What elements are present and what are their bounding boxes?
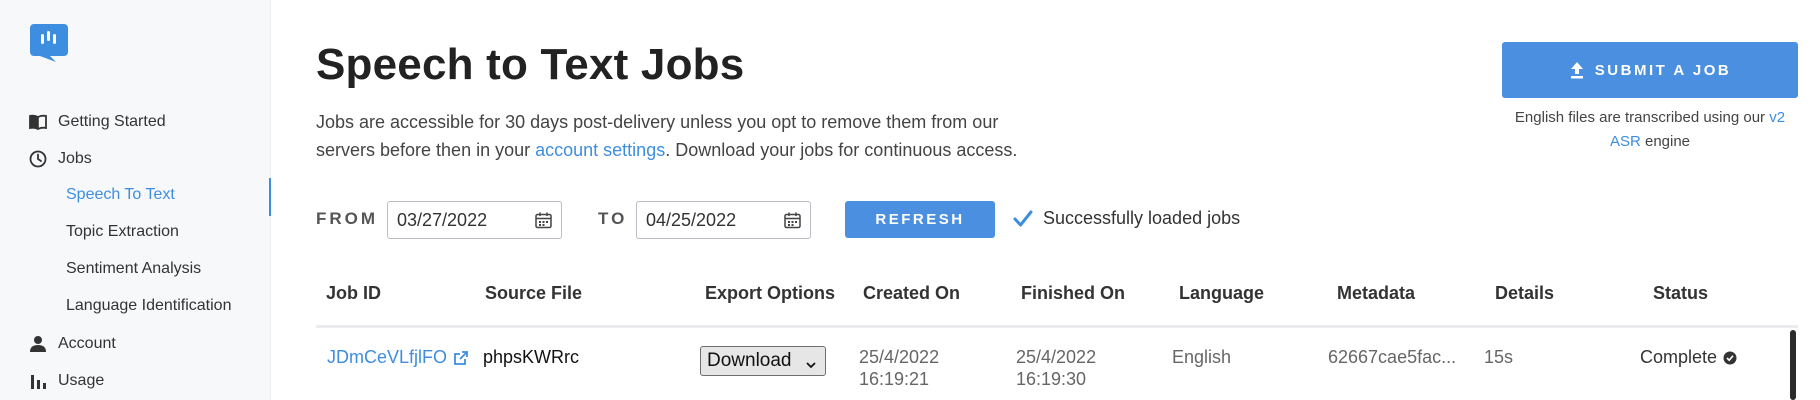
table-header-divider — [316, 325, 1798, 328]
check-circle-icon — [1723, 351, 1737, 365]
load-status: Successfully loaded jobs — [1013, 208, 1240, 229]
to-date-input[interactable]: 04/25/2022 — [636, 201, 811, 239]
sidebar: Getting Started Jobs Speech To Text Topi… — [0, 0, 271, 400]
calendar-icon[interactable] — [784, 212, 801, 234]
engine-note-text: English files are transcribed using our — [1514, 109, 1770, 126]
checkmark-icon — [1013, 210, 1033, 228]
book-icon — [28, 112, 48, 132]
from-label: FROM — [316, 209, 379, 228]
column-header-job-id[interactable]: Job ID — [326, 283, 381, 304]
job-id-value: JDmCeVLfjlFO — [327, 347, 448, 367]
column-header-source-file[interactable]: Source File — [485, 283, 582, 304]
page-title: Speech to Text Jobs — [316, 40, 745, 89]
export-options-select[interactable]: Download — [700, 346, 826, 376]
status-value: Complete — [1640, 347, 1718, 367]
finished-time-cell: 16:19:30 — [1016, 369, 1087, 389]
clock-icon — [28, 149, 48, 169]
upload-icon — [1569, 61, 1585, 79]
sidebar-subitem-language-identification[interactable]: Language Identification — [66, 297, 231, 315]
created-time-cell: 16:19:21 — [859, 369, 930, 389]
column-header-status[interactable]: Status — [1653, 283, 1708, 304]
sidebar-item-label: Account — [58, 335, 116, 352]
source-file-cell: phpsKWRrc — [483, 347, 580, 367]
column-header-language[interactable]: Language — [1179, 283, 1264, 304]
page-description: Jobs are accessible for 30 days post-del… — [316, 108, 1056, 164]
external-link-icon[interactable] — [453, 350, 469, 366]
engine-note-text-end: engine — [1640, 133, 1691, 150]
scrollbar[interactable] — [1790, 330, 1796, 400]
submit-job-label: SUBMIT A JOB — [1594, 61, 1732, 79]
active-indicator — [269, 178, 271, 216]
refresh-button[interactable]: REFRESH — [845, 201, 995, 238]
speech-bubble-waveform-icon[interactable] — [28, 22, 70, 64]
export-option-value: Download — [707, 350, 792, 371]
sidebar-subitem-topic-extraction[interactable]: Topic Extraction — [66, 223, 179, 241]
sidebar-item-usage[interactable]: Usage — [28, 371, 104, 391]
chevron-down-icon — [805, 355, 817, 377]
column-header-details[interactable]: Details — [1495, 283, 1554, 304]
sidebar-item-label: Jobs — [58, 150, 92, 167]
status-cell: Complete — [1640, 347, 1737, 368]
account-settings-link[interactable]: account settings — [535, 140, 665, 160]
created-date-cell: 25/4/2022 — [859, 347, 940, 367]
column-header-created-on[interactable]: Created On — [863, 283, 960, 304]
description-text-end: . Download your jobs for continuous acce… — [665, 140, 1018, 160]
to-label: TO — [598, 209, 628, 228]
sidebar-item-getting-started[interactable]: Getting Started — [28, 112, 166, 132]
load-status-text: Successfully loaded jobs — [1043, 208, 1241, 228]
calendar-icon[interactable] — [535, 212, 552, 234]
sidebar-subitem-sentiment-analysis[interactable]: Sentiment Analysis — [66, 260, 201, 278]
language-cell: English — [1172, 347, 1232, 367]
sidebar-subitem-speech-to-text[interactable]: Speech To Text — [66, 186, 175, 204]
to-date-value: 04/25/2022 — [646, 209, 737, 230]
submit-job-button[interactable]: SUBMIT A JOB — [1502, 42, 1798, 98]
column-header-export-options[interactable]: Export Options — [705, 283, 835, 304]
details-cell: 15s — [1484, 347, 1514, 367]
engine-note: English files are transcribed using our … — [1502, 106, 1798, 154]
sidebar-item-jobs[interactable]: Jobs — [28, 149, 92, 169]
sidebar-item-label: Getting Started — [58, 113, 166, 130]
person-icon — [28, 334, 48, 354]
sidebar-item-account[interactable]: Account — [28, 334, 116, 354]
bar-chart-icon — [28, 371, 48, 391]
column-header-finished-on[interactable]: Finished On — [1021, 283, 1125, 304]
column-header-metadata[interactable]: Metadata — [1337, 283, 1415, 304]
sidebar-item-label: Usage — [58, 372, 105, 389]
from-date-value: 03/27/2022 — [397, 209, 488, 230]
from-date-input[interactable]: 03/27/2022 — [387, 201, 562, 239]
metadata-cell: 62667cae5fac... — [1328, 347, 1457, 367]
job-id-link[interactable]: JDmCeVLfjlFO — [327, 347, 469, 368]
finished-date-cell: 25/4/2022 — [1016, 347, 1097, 367]
